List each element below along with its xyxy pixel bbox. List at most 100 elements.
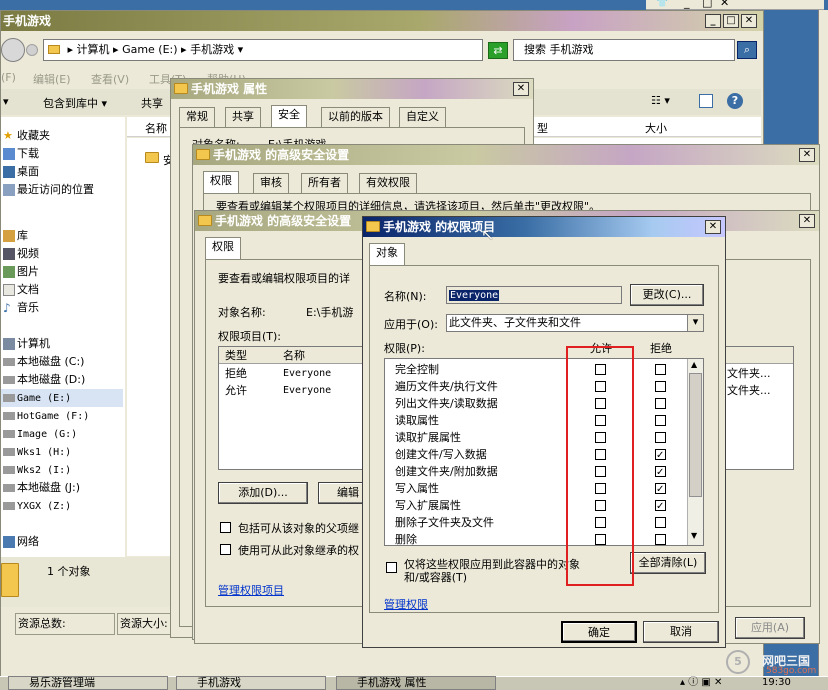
- tab-sharing[interactable]: 共享: [225, 107, 261, 127]
- taskbar-item-explorer[interactable]: 手机游戏: [176, 676, 326, 690]
- share-button[interactable]: 共享: [141, 95, 163, 111]
- include-inheritable-checkbox[interactable]: [220, 522, 231, 533]
- sidebar-item-downloads[interactable]: 下载: [1, 145, 123, 163]
- perm-title-bar[interactable]: 手机游戏 的权限项目: [363, 217, 725, 237]
- sidebar-item-desktop[interactable]: 桌面: [1, 163, 123, 181]
- properties-title-bar[interactable]: 手机游戏 属性: [171, 79, 533, 99]
- chevron-down-icon[interactable]: ▾: [238, 43, 244, 56]
- network-node[interactable]: 网络: [1, 533, 123, 551]
- tab-effective-permissions[interactable]: 有效权限: [359, 173, 417, 193]
- apply-only-checkbox[interactable]: [386, 562, 397, 573]
- sidebar-item-pictures[interactable]: 图片: [1, 263, 123, 281]
- minimize-icon[interactable]: _: [684, 0, 690, 9]
- tray-icons[interactable]: ▴ ⓘ ▣ ✕: [680, 676, 722, 690]
- sidebar-item-documents[interactable]: 文档: [1, 281, 123, 299]
- drive-c[interactable]: 本地磁盘 (C:): [1, 353, 123, 371]
- computer-node[interactable]: 计算机: [1, 335, 123, 353]
- library-node[interactable]: 库: [1, 227, 123, 245]
- change-button[interactable]: 更改(C)...: [630, 284, 704, 306]
- deny-checkbox[interactable]: [655, 432, 666, 443]
- search-icon[interactable]: ⌕: [737, 41, 757, 59]
- ok-button[interactable]: 确定: [561, 621, 637, 643]
- close-icon[interactable]: ✕: [720, 0, 729, 9]
- drive-d[interactable]: 本地磁盘 (D:): [1, 371, 123, 389]
- cancel-button[interactable]: 取消: [643, 621, 719, 643]
- column-name[interactable]: 名称: [145, 120, 167, 136]
- address-bar[interactable]: ▸ 计算机 ▸ Game (E:) ▸ 手机游戏 ▾: [43, 39, 483, 61]
- deny-checkbox[interactable]: [655, 398, 666, 409]
- adv2-tab-permissions[interactable]: 权限: [205, 237, 241, 259]
- col-inherit[interactable]: [725, 347, 793, 363]
- breadcrumb-folder[interactable]: 手机游戏: [190, 43, 234, 56]
- taskbar-item-properties[interactable]: 手机游戏 属性: [336, 676, 496, 690]
- menu-file[interactable]: (F): [1, 71, 16, 84]
- minimize-button[interactable]: _: [705, 14, 721, 28]
- deny-checkbox[interactable]: [655, 447, 666, 463]
- deny-checkbox[interactable]: [655, 498, 666, 514]
- breadcrumb-computer[interactable]: 计算机: [77, 43, 110, 56]
- drive-e-selected[interactable]: Game (E:): [1, 389, 123, 407]
- close-button[interactable]: ✕: [741, 14, 757, 28]
- explorer-title-bar[interactable]: 手机游戏: [1, 11, 763, 31]
- column-size[interactable]: 大小: [645, 120, 667, 136]
- organize-chevron-icon[interactable]: ▾: [3, 95, 9, 108]
- drive-f[interactable]: HotGame (F:): [1, 407, 123, 425]
- apply-to-select[interactable]: 此文件夹、子文件夹和文件 ▾: [446, 314, 704, 332]
- drive-i[interactable]: Wks2 (I:): [1, 461, 123, 479]
- tab-auditing[interactable]: 审核: [253, 173, 289, 193]
- column-type[interactable]: 型: [537, 120, 548, 136]
- refresh-icon[interactable]: ⇄: [488, 42, 508, 59]
- include-library-button[interactable]: 包含到库中 ▾: [43, 95, 107, 111]
- deny-checkbox[interactable]: [655, 464, 666, 480]
- deny-checkbox[interactable]: [655, 517, 666, 528]
- chevron-down-icon[interactable]: ▾: [687, 315, 703, 331]
- manage-permissions-link[interactable]: 管理权限: [384, 596, 428, 612]
- sidebar-item-videos[interactable]: 视频: [1, 245, 123, 263]
- col-type[interactable]: 类型: [225, 347, 247, 363]
- scroll-down-icon[interactable]: ▼: [691, 531, 697, 540]
- view-options-icon[interactable]: ☷ ▾: [651, 94, 670, 107]
- adv1-title-bar[interactable]: 手机游戏 的高级安全设置: [193, 145, 819, 165]
- apply-button[interactable]: 应用(A): [735, 617, 805, 639]
- preview-pane-icon[interactable]: [699, 94, 713, 108]
- drive-h[interactable]: Wks1 (H:): [1, 443, 123, 461]
- adv2-close-button[interactable]: ✕: [799, 214, 815, 228]
- tab-object[interactable]: 对象: [369, 243, 405, 265]
- replace-child-checkbox[interactable]: [220, 544, 231, 555]
- deny-checkbox[interactable]: [655, 534, 666, 545]
- scroll-thumb[interactable]: [689, 373, 702, 497]
- permissions-scrollbar[interactable]: ▲ ▼: [687, 359, 703, 545]
- sidebar-item-music[interactable]: ♪ 音乐: [1, 299, 123, 317]
- drive-z[interactable]: YXGX (Z:): [1, 497, 123, 515]
- sidebar-item-recent[interactable]: 最近访问的位置: [1, 181, 123, 199]
- add-button[interactable]: 添加(D)...: [218, 482, 308, 504]
- maximize-button[interactable]: □: [723, 14, 739, 28]
- clear-all-button[interactable]: 全部清除(L): [630, 552, 706, 574]
- perm-close-button[interactable]: ✕: [705, 220, 721, 234]
- name-field[interactable]: Everyone: [446, 286, 622, 304]
- drive-g[interactable]: Image (G:): [1, 425, 123, 443]
- adv1-close-button[interactable]: ✕: [799, 148, 815, 162]
- tab-general[interactable]: 常规: [179, 107, 215, 127]
- col-name[interactable]: 名称: [283, 347, 305, 363]
- folder-icon[interactable]: [145, 152, 159, 163]
- maximize-icon[interactable]: □: [702, 0, 712, 9]
- tab-customize[interactable]: 自定义: [399, 107, 446, 127]
- tab-owner[interactable]: 所有者: [301, 173, 348, 193]
- deny-checkbox[interactable]: [655, 381, 666, 392]
- deny-checkbox[interactable]: [655, 415, 666, 426]
- drive-j[interactable]: 本地磁盘 (J:): [1, 479, 123, 497]
- favorites-node[interactable]: ★ 收藏夹: [1, 127, 123, 145]
- menu-edit[interactable]: 编辑(E): [33, 71, 71, 87]
- scroll-up-icon[interactable]: ▲: [691, 360, 697, 369]
- search-input[interactable]: 搜索 手机游戏: [513, 39, 735, 61]
- deny-checkbox[interactable]: [655, 364, 666, 375]
- menu-view[interactable]: 查看(V): [91, 71, 129, 87]
- tab-previous-versions[interactable]: 以前的版本: [321, 107, 390, 127]
- nav-forward-icon[interactable]: [26, 44, 38, 56]
- help-icon[interactable]: ?: [727, 93, 743, 109]
- taskbar-item-manager[interactable]: 易乐游管理端: [8, 676, 168, 690]
- manage-entries-link[interactable]: 管理权限项目: [218, 582, 284, 598]
- tab-permissions[interactable]: 权限: [203, 171, 239, 193]
- permissions-list[interactable]: 完全控制 遍历文件夹/执行文件 列出文件夹/读取数据 读取属性 读取扩展属性 创建文件/写…: [384, 358, 704, 546]
